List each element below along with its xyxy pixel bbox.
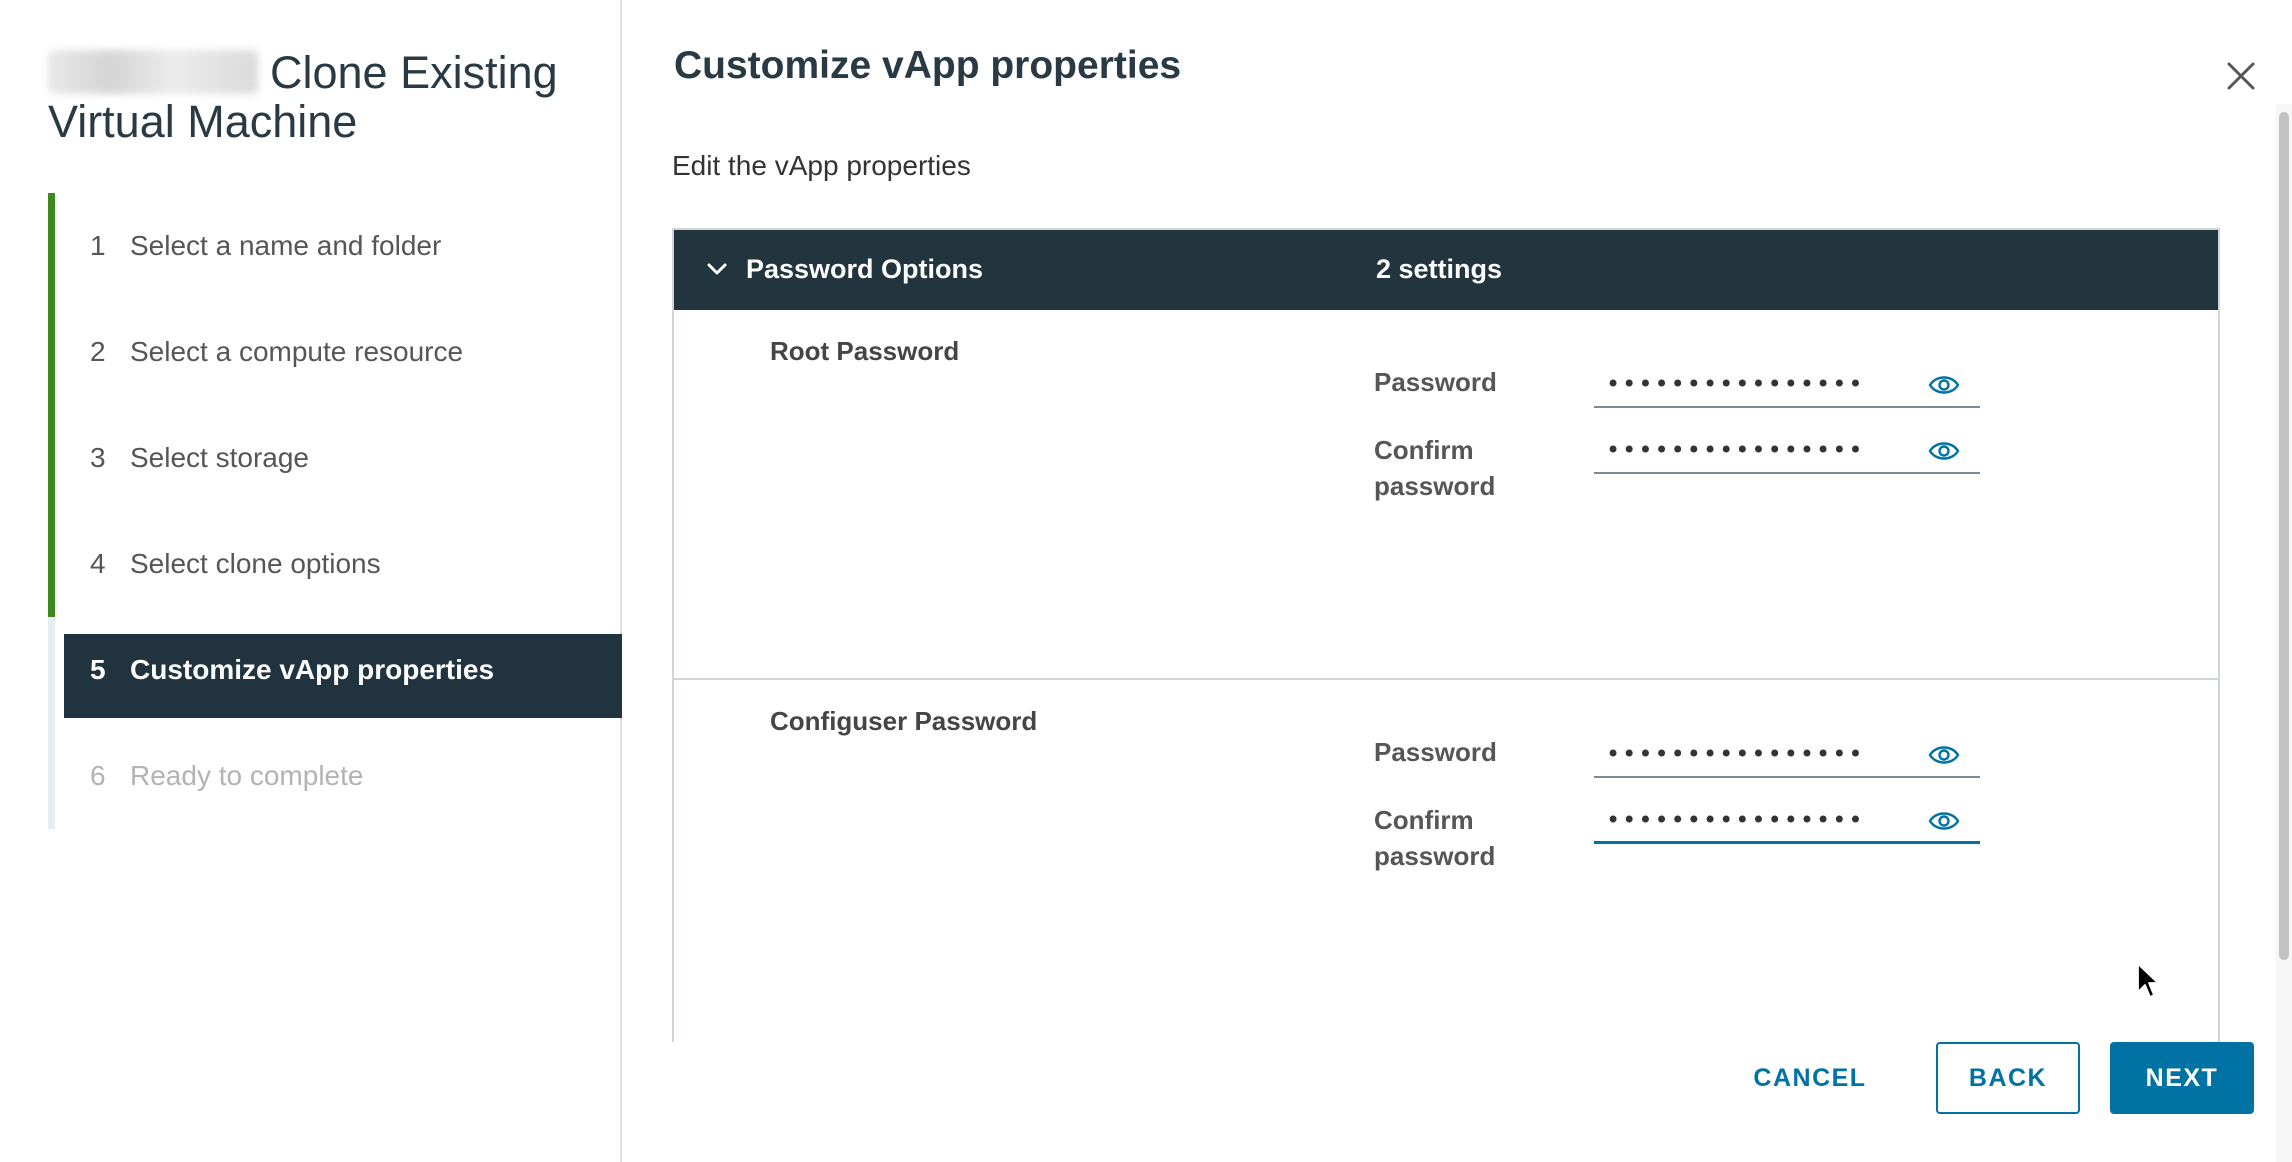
step-label: Select storage bbox=[130, 442, 309, 473]
redacted-vm-name bbox=[48, 50, 258, 94]
scrollbar-thumb[interactable] bbox=[2279, 112, 2289, 960]
password-options-panel: Password Options 2 settings Root Passwor… bbox=[672, 228, 2220, 1042]
panel-header[interactable]: Password Options 2 settings bbox=[674, 230, 2218, 310]
cancel-button[interactable]: CANCEL bbox=[1730, 1042, 1890, 1114]
password-value: •••••••••••••••• bbox=[1606, 370, 1865, 398]
configuser-confirm-password-input[interactable]: •••••••••••••••• bbox=[1594, 800, 1980, 844]
step-label: Ready to complete bbox=[130, 760, 364, 791]
group-title: Configuser Password bbox=[770, 706, 1038, 736]
next-button[interactable]: NEXT bbox=[2110, 1042, 2254, 1114]
password-value: •••••••••••••••• bbox=[1606, 740, 1865, 768]
confirm-password-label: Confirm password bbox=[1374, 805, 1496, 871]
step-label: Customize vApp properties bbox=[130, 654, 495, 685]
wizard-title: Clone Existing Virtual Machine bbox=[48, 48, 608, 146]
wizard-content: Customize vApp properties Edit the vApp … bbox=[624, 0, 2292, 1162]
close-icon bbox=[2227, 62, 2255, 90]
password-label: Password bbox=[1374, 367, 1497, 397]
wizard-steps: 1 Select a name and folder 2 Select a co… bbox=[48, 193, 622, 829]
step-ready-to-complete: 6 Ready to complete bbox=[48, 723, 622, 829]
password-label: Password bbox=[1374, 737, 1497, 767]
eye-icon[interactable] bbox=[1928, 372, 1960, 398]
eye-icon[interactable] bbox=[1928, 438, 1960, 464]
back-button[interactable]: BACK bbox=[1936, 1042, 2080, 1114]
eye-icon[interactable] bbox=[1928, 808, 1960, 834]
close-button[interactable] bbox=[2220, 55, 2262, 97]
step-number: 5 bbox=[90, 654, 106, 685]
step-select-compute-resource[interactable]: 2 Select a compute resource bbox=[48, 299, 622, 405]
page-subtitle: Edit the vApp properties bbox=[672, 150, 971, 181]
step-customize-vapp-properties[interactable]: 5 Customize vApp properties bbox=[48, 617, 622, 723]
step-number: 3 bbox=[90, 442, 106, 473]
chevron-down-icon[interactable] bbox=[702, 254, 732, 284]
password-value: •••••••••••••••• bbox=[1606, 806, 1865, 834]
root-confirm-password-input[interactable]: •••••••••••••••• bbox=[1594, 430, 1980, 474]
root-password-group: Root Password Password •••••••••••••••• … bbox=[674, 310, 2218, 680]
panel-settings-count: 2 settings bbox=[1376, 254, 1503, 284]
password-value: •••••••••••••••• bbox=[1606, 436, 1865, 464]
step-label: Select clone options bbox=[130, 548, 381, 579]
confirm-password-label: Confirm password bbox=[1374, 435, 1496, 501]
configuser-password-input[interactable]: •••••••••••••••• bbox=[1594, 734, 1980, 778]
step-select-name-folder[interactable]: 1 Select a name and folder bbox=[48, 193, 622, 299]
step-label: Select a compute resource bbox=[130, 336, 464, 367]
panel-title: Password Options bbox=[746, 254, 984, 284]
step-number: 1 bbox=[90, 230, 106, 261]
group-title: Root Password bbox=[770, 336, 960, 366]
configuser-password-group: Configuser Password Password •••••••••••… bbox=[674, 682, 2218, 1042]
root-password-input[interactable]: •••••••••••••••• bbox=[1594, 364, 1980, 408]
step-select-clone-options[interactable]: 4 Select clone options bbox=[48, 511, 622, 617]
step-number: 4 bbox=[90, 548, 106, 579]
step-number: 6 bbox=[90, 760, 106, 791]
content-scrollbar[interactable] bbox=[2276, 104, 2292, 1162]
wizard-sidebar: Clone Existing Virtual Machine 1 Select … bbox=[0, 0, 622, 1162]
wizard-footer: CANCEL BACK NEXT bbox=[1730, 1042, 2270, 1114]
step-number: 2 bbox=[90, 336, 106, 367]
page-title: Customize vApp properties bbox=[674, 44, 1182, 87]
mouse-cursor-icon bbox=[2137, 963, 2159, 998]
eye-icon[interactable] bbox=[1928, 742, 1960, 768]
step-select-storage[interactable]: 3 Select storage bbox=[48, 405, 622, 511]
step-label: Select a name and folder bbox=[130, 230, 442, 261]
